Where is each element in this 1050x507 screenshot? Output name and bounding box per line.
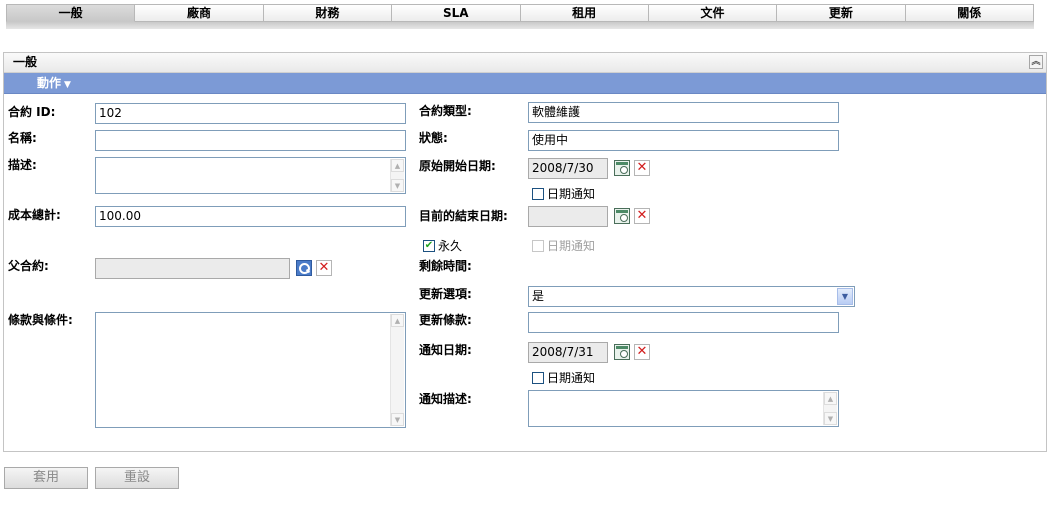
scroll-up-icon[interactable]: ▲ xyxy=(391,159,404,172)
perpetual-checkbox[interactable]: ✔ 永久 xyxy=(423,237,462,254)
scroll-down-icon[interactable]: ▼ xyxy=(391,413,404,426)
tab-bar: 一般 廠商 財務 SLA 租用 文件 更新 關係 xyxy=(6,4,1034,22)
parent-contract-label: 父合約: xyxy=(8,259,49,273)
terms-label: 條款與條件: xyxy=(8,313,73,327)
apply-button[interactable]: 套用 xyxy=(4,467,88,489)
renewal-option-select[interactable]: 是 ▼ xyxy=(528,286,855,307)
notify-description-label: 通知描述: xyxy=(419,392,472,406)
double-chevron-up-icon[interactable]: ︽ xyxy=(1029,55,1043,69)
renewal-option-label: 更新選項: xyxy=(419,287,472,301)
notify-description-scrollbar[interactable]: ▲ ▼ xyxy=(823,392,837,425)
notify-date-field: 2008/7/31 xyxy=(528,342,608,363)
calendar-icon[interactable] xyxy=(614,344,630,360)
terms-textarea[interactable]: ▲ ▼ xyxy=(95,312,406,428)
contract-id-field[interactable]: 102 xyxy=(95,103,406,124)
current-end-date-field xyxy=(528,206,608,227)
tab-financial[interactable]: 財務 xyxy=(263,4,393,22)
scroll-up-icon[interactable]: ▲ xyxy=(824,392,837,405)
notify-date-label: 通知日期: xyxy=(419,343,472,357)
action-bar: 動作 ▼ xyxy=(4,73,1046,94)
actions-menu-button[interactable]: 動作 ▼ xyxy=(37,73,71,96)
clear-parent-icon[interactable]: ✕ xyxy=(316,260,332,276)
total-cost-label: 成本總計: xyxy=(8,208,61,222)
caret-down-icon: ▼ xyxy=(64,80,71,90)
checkbox-icon xyxy=(532,239,544,252)
time-remaining-label: 剩餘時間: xyxy=(419,259,472,273)
scroll-up-icon[interactable]: ▲ xyxy=(391,314,404,327)
panel-header: 一般 ︽ xyxy=(4,53,1046,73)
actions-menu-label: 動作 xyxy=(37,76,62,90)
scroll-down-icon[interactable]: ▼ xyxy=(391,179,404,192)
perpetual-label: 永久 xyxy=(438,239,463,253)
checkmark-icon[interactable]: ✔ xyxy=(423,239,435,252)
notify-description-textarea[interactable]: ▲ ▼ xyxy=(528,390,839,427)
tab-general[interactable]: 一般 xyxy=(6,4,136,22)
tab-relations[interactable]: 關係 xyxy=(905,4,1034,22)
description-textarea[interactable]: ▲ ▼ xyxy=(95,157,406,194)
start-date-notify-checkbox[interactable]: 日期通知 xyxy=(532,185,595,202)
checkbox-icon[interactable] xyxy=(532,187,544,200)
renewal-terms-label: 更新條款: xyxy=(419,313,472,327)
renewal-option-value: 是 xyxy=(532,289,545,303)
tab-sla[interactable]: SLA xyxy=(392,4,521,22)
reset-button[interactable]: 重設 xyxy=(95,467,179,489)
renewal-terms-field[interactable] xyxy=(528,312,839,333)
tab-documents[interactable]: 文件 xyxy=(648,4,778,22)
end-date-notify-label: 日期通知 xyxy=(547,239,596,253)
panel-title: 一般 xyxy=(13,55,38,69)
notify-date-notify-checkbox[interactable]: 日期通知 xyxy=(532,369,595,386)
calendar-icon[interactable] xyxy=(614,208,630,224)
parent-contract-field xyxy=(95,258,290,279)
original-start-date-field: 2008/7/30 xyxy=(528,158,608,179)
calendar-icon[interactable] xyxy=(614,160,630,176)
status-label: 狀態: xyxy=(419,131,448,145)
clear-end-date-icon[interactable]: ✕ xyxy=(634,208,650,224)
name-field[interactable] xyxy=(95,130,406,151)
contract-type-value: 軟體維護 xyxy=(532,105,581,119)
tab-renewal[interactable]: 更新 xyxy=(777,4,906,22)
chevron-down-icon[interactable]: ▼ xyxy=(837,288,853,305)
start-date-notify-label: 日期通知 xyxy=(547,187,596,201)
name-label: 名稱: xyxy=(8,131,37,145)
notify-date-notify-label: 日期通知 xyxy=(547,371,596,385)
search-icon[interactable] xyxy=(296,260,312,276)
checkbox-icon[interactable] xyxy=(532,371,544,384)
contract-type-field[interactable]: 軟體維護 ▾ xyxy=(528,102,839,123)
tab-vendor[interactable]: 廠商 xyxy=(135,4,264,22)
total-cost-field[interactable]: 100.00 xyxy=(95,206,406,227)
contract-type-label: 合約類型: xyxy=(419,104,472,118)
status-value: 使用中 xyxy=(532,133,569,147)
terms-scrollbar[interactable]: ▲ ▼ xyxy=(390,314,404,426)
tab-lease[interactable]: 租用 xyxy=(520,4,649,22)
status-field[interactable]: 使用中 ▾ xyxy=(528,130,839,151)
end-date-notify-checkbox: 日期通知 xyxy=(532,237,595,254)
scroll-down-icon[interactable]: ▼ xyxy=(824,412,837,425)
description-label: 描述: xyxy=(8,158,37,172)
clear-start-date-icon[interactable]: ✕ xyxy=(634,160,650,176)
clear-notify-date-icon[interactable]: ✕ xyxy=(634,344,650,360)
tab-underline xyxy=(6,22,1034,29)
current-end-date-label: 目前的結束日期: xyxy=(419,209,508,223)
contract-id-label: 合約 ID: xyxy=(8,105,56,119)
description-scrollbar[interactable]: ▲ ▼ xyxy=(390,159,404,192)
original-start-date-label: 原始開始日期: xyxy=(419,159,496,173)
